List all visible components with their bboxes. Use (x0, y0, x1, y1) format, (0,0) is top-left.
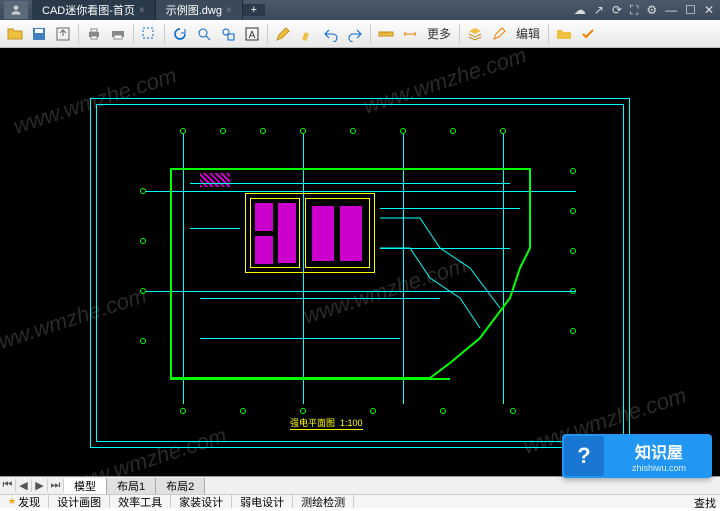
btab-elec[interactable]: 弱电设计 (232, 495, 293, 508)
zoom-button[interactable] (193, 23, 215, 45)
select-button[interactable] (138, 23, 160, 45)
zoom-extent-button[interactable] (217, 23, 239, 45)
settings-icon[interactable]: ⚙ (646, 3, 657, 18)
sheet-next-button[interactable]: ▶ (32, 479, 48, 492)
user-avatar[interactable] (4, 1, 28, 19)
maximize-icon[interactable]: ☐ (685, 3, 696, 18)
save-button[interactable] (28, 23, 50, 45)
sheet-tabs: ⏮ ◀ ▶ ⏭ 模型 布局1 布局2 (0, 476, 720, 494)
tab-home[interactable]: CAD迷你看图-首页 × (32, 0, 156, 20)
brand-text: 知识屋 zhishiwu.com (606, 439, 712, 473)
edit-button[interactable]: 编辑 (512, 25, 544, 42)
fullscreen-icon[interactable]: ⛶ (630, 3, 638, 18)
share-icon[interactable]: ↗ (594, 3, 604, 18)
btab-home[interactable]: 家装设计 (171, 495, 232, 508)
minimize-icon[interactable]: — (665, 3, 677, 18)
check-button[interactable] (577, 23, 599, 45)
tab-label: CAD迷你看图-首页 (42, 2, 135, 18)
brand-icon: ? (564, 436, 604, 476)
highlight-button[interactable] (296, 23, 318, 45)
undo-button[interactable] (320, 23, 342, 45)
pencil-button[interactable] (272, 23, 294, 45)
layers-button[interactable] (464, 23, 486, 45)
export-button[interactable] (52, 23, 74, 45)
cad-drawing: 强电平面图 1:100 (90, 98, 630, 448)
sheet-tab-layout1[interactable]: 布局1 (107, 478, 156, 494)
brand-badge[interactable]: ? 知识屋 zhishiwu.com (562, 434, 712, 478)
more-button[interactable]: 更多 (423, 25, 455, 42)
tab-label: 示例图.dwg (166, 2, 222, 18)
dimension-button[interactable] (399, 23, 421, 45)
text-button[interactable]: A (241, 23, 263, 45)
window-controls: ☁ ↗ ⟳ ⛶ ⚙ — ☐ ✕ (574, 3, 720, 18)
btab-survey[interactable]: 测绘检测 (293, 495, 354, 508)
print-button[interactable] (83, 23, 105, 45)
btab-search[interactable]: 查找 (694, 495, 720, 508)
close-icon[interactable]: ✕ (704, 3, 714, 18)
redo-button[interactable] (344, 23, 366, 45)
drawing-title: 强电平面图 1:100 (290, 416, 363, 430)
titlebar: CAD迷你看图-首页 × 示例图.dwg × + ☁ ↗ ⟳ ⛶ ⚙ — ☐ ✕ (0, 0, 720, 20)
open-button[interactable] (4, 23, 26, 45)
tab-file[interactable]: 示例图.dwg × (156, 0, 243, 20)
avatar-icon (9, 3, 23, 17)
sheet-last-button[interactable]: ⏭ (48, 479, 64, 492)
refresh-button[interactable] (169, 23, 191, 45)
btab-discover[interactable]: ★发现 (0, 495, 49, 508)
btab-tools[interactable]: 效率工具 (110, 495, 171, 508)
close-icon[interactable]: × (226, 5, 232, 16)
sheet-prev-button[interactable]: ◀ (16, 479, 32, 492)
drawing-canvas[interactable]: www.wmzhe.com www.wmzhe.com www.wmzhe.co… (0, 48, 720, 476)
refresh-icon[interactable]: ⟳ (612, 3, 622, 18)
edit-icon[interactable] (488, 23, 510, 45)
toolbar: A 更多 编辑 (0, 20, 720, 48)
sheet-nav: ⏮ ◀ ▶ ⏭ (0, 479, 64, 492)
sheet-tab-layout2[interactable]: 布局2 (156, 478, 205, 494)
sheet-tab-model[interactable]: 模型 (64, 478, 107, 494)
new-tab-button[interactable]: + (243, 4, 265, 16)
measure-button[interactable] (375, 23, 397, 45)
sheet-first-button[interactable]: ⏮ (0, 479, 16, 492)
cloud-icon[interactable]: ☁ (574, 3, 586, 18)
print-area-button[interactable] (107, 23, 129, 45)
btab-design[interactable]: 设计画图 (49, 495, 110, 508)
folder-button[interactable] (553, 23, 575, 45)
close-icon[interactable]: × (139, 5, 145, 16)
svg-text:A: A (249, 30, 256, 41)
star-icon: ★ (8, 496, 16, 507)
